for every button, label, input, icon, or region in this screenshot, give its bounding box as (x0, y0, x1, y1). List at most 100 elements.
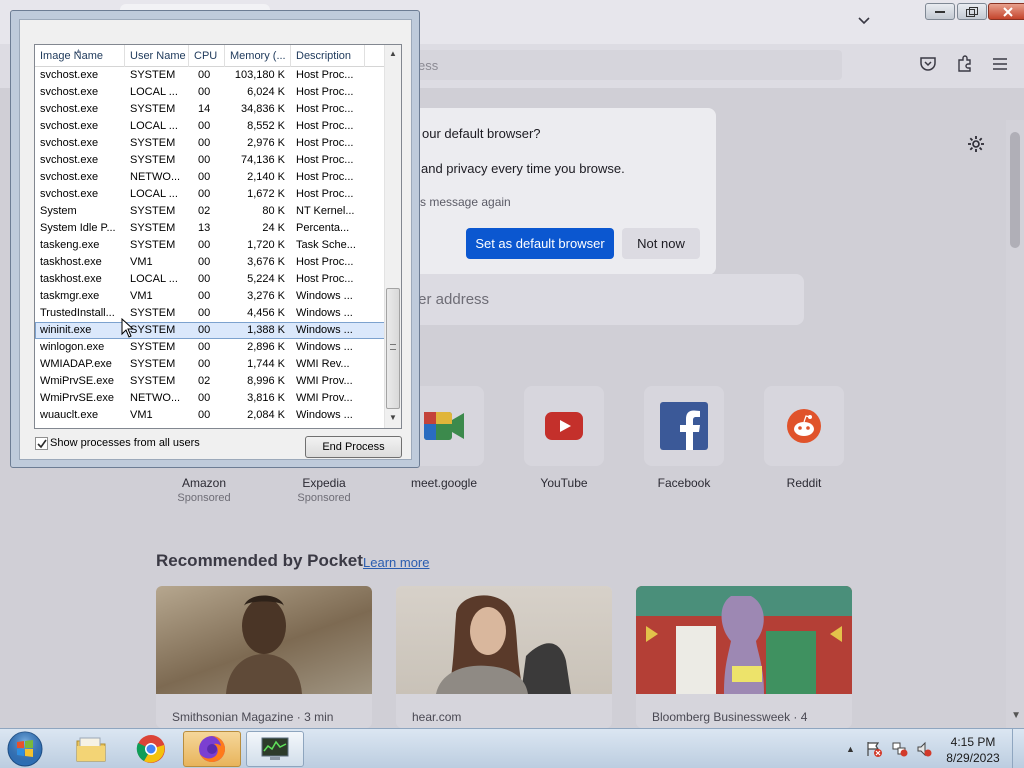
volume-icon[interactable] (916, 741, 932, 757)
process-list-scrollbar[interactable]: ▲ ▼ (384, 45, 401, 428)
table-row[interactable]: taskhost.exe LOCAL ... 00 5,224 K Host Proc.… (35, 271, 385, 288)
reddit-tile[interactable] (764, 386, 844, 466)
end-process-button[interactable]: End Process (305, 436, 402, 458)
dont-show-again-label[interactable]: s message again (420, 195, 511, 209)
pocket-icon[interactable] (918, 54, 938, 74)
table-row[interactable]: taskeng.exe SYSTEM 00 1,720 K Task Sche... (35, 237, 385, 254)
column-memory[interactable]: Memory (... (225, 45, 291, 67)
process-list[interactable]: ▲ Image Name User Name CPU Memory (... D… (34, 44, 402, 429)
table-row[interactable]: taskmgr.exe VM1 00 3,276 K Windows ... (35, 288, 385, 305)
extensions-icon[interactable] (955, 54, 975, 74)
checkmark-icon (37, 439, 47, 449)
show-desktop-button[interactable] (1012, 729, 1024, 768)
column-user-name[interactable]: User Name (125, 45, 189, 67)
column-image-name[interactable]: ▲ Image Name (35, 45, 125, 67)
cell-desc: Windows ... (296, 307, 353, 319)
cell-user: SYSTEM (130, 375, 176, 387)
table-row[interactable]: System SYSTEM 02 80 K NT Kernel... (35, 203, 385, 220)
table-row[interactable]: svchost.exe NETWO... 00 2,140 K Host Proc... (35, 169, 385, 186)
table-row[interactable]: WMIADAP.exe SYSTEM 00 1,744 K WMI Rev... (35, 356, 385, 373)
menu-icon[interactable] (990, 54, 1010, 74)
table-row[interactable]: svchost.exe SYSTEM 00 103,180 K Host Proc... (35, 67, 385, 84)
show-all-processes-checkbox[interactable] (35, 437, 48, 450)
cell-cpu: 00 (198, 409, 211, 421)
close-window-button[interactable] (988, 3, 1024, 20)
cell-user: SYSTEM (130, 239, 176, 251)
youtube-tile[interactable] (524, 386, 604, 466)
cell-user: SYSTEM (130, 358, 176, 370)
cell-cpu: 00 (198, 188, 211, 200)
taskbar-chrome[interactable] (122, 731, 180, 767)
cell-mem: 3,816 K (247, 392, 285, 404)
action-center-icon[interactable] (866, 741, 882, 757)
page-scrollbar[interactable]: ▼ (1006, 120, 1024, 728)
restore-button[interactable] (957, 3, 987, 20)
table-row[interactable]: System Idle P... SYSTEM 13 24 K Percenta... (35, 220, 385, 237)
system-clock[interactable]: 4:15 PM 8/29/2023 (944, 734, 1002, 766)
shortcut-label: meet.google (410, 476, 478, 490)
cell-cpu: 00 (198, 69, 211, 81)
search-input[interactable]: ter address (400, 274, 804, 325)
set-default-browser-button[interactable]: Set as default browser (466, 228, 614, 259)
pocket-card-source: Smithsonian Magazine · 3 min (172, 710, 334, 724)
shortcut-facebook[interactable]: Facebook (634, 386, 734, 492)
learn-more-link[interactable]: Learn more (363, 555, 429, 570)
cell-desc: Host Proc... (296, 273, 354, 285)
network-icon[interactable] (892, 741, 908, 757)
taskbar-task-manager[interactable] (246, 731, 304, 767)
table-row[interactable]: svchost.exe LOCAL ... 00 6,024 K Host Proc..… (35, 84, 385, 101)
not-now-button[interactable]: Not now (622, 228, 700, 259)
process-list-scrollbar-thumb[interactable] (386, 288, 400, 409)
shortcut-youtube[interactable]: YouTube (514, 386, 614, 492)
table-row[interactable]: svchost.exe SYSTEM 00 2,976 K Host Proc... (35, 135, 385, 152)
sort-ascending-icon: ▲ (75, 48, 82, 55)
list-tabs-chevron-icon[interactable] (855, 12, 873, 30)
pocket-card[interactable]: Bloomberg Businessweek · 4 (636, 586, 852, 728)
table-row[interactable]: svchost.exe SYSTEM 00 74,136 K Host Proc... (35, 152, 385, 169)
table-row[interactable]: winlogon.exe SYSTEM 00 2,896 K Windows ... (35, 339, 385, 356)
table-row[interactable]: wuauclt.exe VM1 00 2,084 K Windows ... (35, 407, 385, 424)
cell-user: VM1 (130, 256, 153, 268)
processes-panel: ▲ Image Name User Name CPU Memory (... D… (19, 19, 412, 460)
table-row[interactable]: WmiPrvSE.exe SYSTEM 02 8,996 K WMI Prov... (35, 373, 385, 390)
cell-mem: 1,744 K (247, 358, 285, 370)
table-row[interactable]: svchost.exe LOCAL ... 00 8,552 K Host Proc..… (35, 118, 385, 135)
table-row[interactable]: TrustedInstall... SYSTEM 00 4,456 K Windows … (35, 305, 385, 322)
minimize-button[interactable] (925, 3, 955, 20)
gear-icon[interactable] (966, 134, 986, 154)
folder-icon (76, 737, 106, 762)
pocket-card[interactable]: Smithsonian Magazine · 3 min (156, 586, 372, 728)
scroll-down-arrow-icon[interactable]: ▼ (1011, 710, 1021, 721)
table-row[interactable]: svchost.exe LOCAL ... 00 1,672 K Host Proc..… (35, 186, 385, 203)
taskbar-firefox[interactable] (183, 731, 241, 767)
cell-name: svchost.exe (40, 69, 99, 81)
pocket-card[interactable]: hear.com (396, 586, 612, 728)
scroll-down-arrow-icon[interactable]: ▼ (389, 413, 397, 422)
cell-cpu: 00 (198, 120, 211, 132)
cell-user: SYSTEM (130, 222, 176, 234)
sponsored-label: Sponsored (297, 492, 351, 504)
shortcut-label: Amazon (181, 476, 227, 490)
cell-name: TrustedInstall... (40, 307, 115, 319)
cell-cpu: 00 (198, 137, 211, 149)
table-row[interactable]: wininit.exe SYSTEM 00 1,388 K Windows ... (35, 322, 385, 339)
cell-cpu: 02 (198, 205, 211, 217)
dialog-question: our default browser? (422, 126, 541, 141)
table-row[interactable]: WmiPrvSE.exe NETWO... 00 3,816 K WMI Prov... (35, 390, 385, 407)
url-bar[interactable]: ess (380, 50, 842, 80)
cell-cpu: 00 (198, 256, 211, 268)
scroll-up-arrow-icon[interactable]: ▲ (389, 49, 397, 58)
cell-desc: Host Proc... (296, 188, 354, 200)
table-row[interactable]: taskhost.exe VM1 00 3,676 K Host Proc... (35, 254, 385, 271)
shortcut-reddit[interactable]: Reddit (754, 386, 854, 492)
show-hidden-icons-button[interactable]: ▲ (846, 744, 855, 754)
table-row[interactable]: svchost.exe SYSTEM 14 34,836 K Host Proc... (35, 101, 385, 118)
column-description[interactable]: Description (291, 45, 365, 67)
facebook-tile[interactable] (644, 386, 724, 466)
start-button[interactable] (6, 730, 44, 768)
show-all-processes-label[interactable]: Show processes from all users (50, 437, 200, 449)
column-cpu[interactable]: CPU (189, 45, 225, 67)
cell-user: SYSTEM (130, 103, 176, 115)
taskbar-file-explorer[interactable] (62, 731, 120, 767)
page-scrollbar-thumb[interactable] (1010, 132, 1020, 248)
